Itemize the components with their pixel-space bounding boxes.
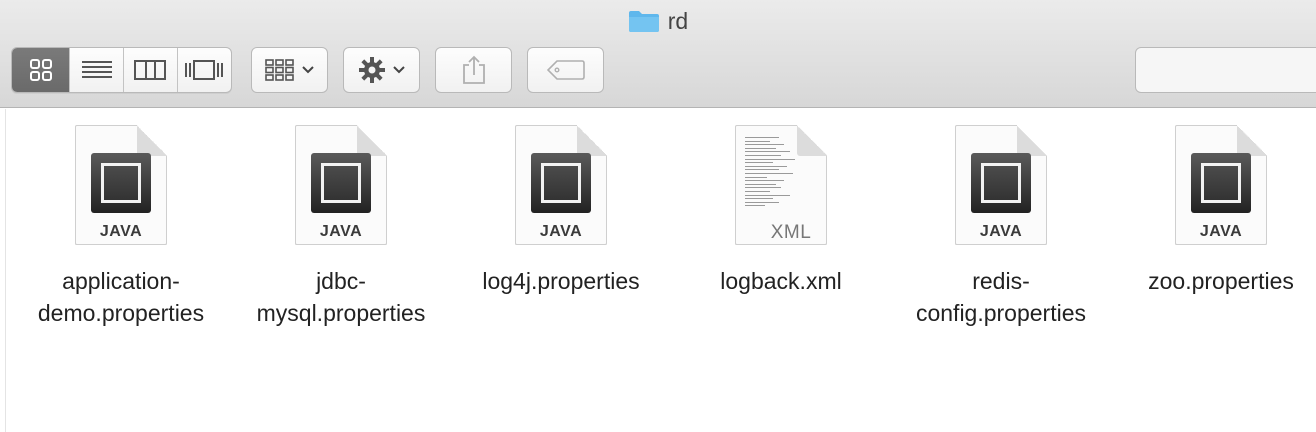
view-mode-control bbox=[11, 47, 232, 93]
java-file-icon: JAVA bbox=[955, 125, 1047, 245]
search-field[interactable] bbox=[1135, 47, 1316, 93]
arrange-grid-icon bbox=[264, 59, 294, 81]
icon-view-button[interactable] bbox=[12, 48, 71, 92]
column-view-button[interactable] bbox=[124, 48, 178, 92]
file-item[interactable]: JAVA redis-config.properties bbox=[901, 125, 1101, 329]
chevron-down-icon bbox=[301, 66, 314, 74]
list-view-button[interactable] bbox=[70, 48, 124, 92]
file-item[interactable]: JAVA jdbc-mysql.properties bbox=[241, 125, 441, 329]
java-file-icon: JAVA bbox=[75, 125, 167, 245]
file-item[interactable]: JAVA zoo.properties bbox=[1121, 125, 1316, 297]
file-name: jdbc-mysql.properties bbox=[256, 268, 426, 326]
java-file-icon: JAVA bbox=[295, 125, 387, 245]
file-name: zoo.properties bbox=[1148, 268, 1294, 294]
window-toolbar: rd bbox=[0, 0, 1316, 108]
file-name: log4j.properties bbox=[482, 268, 640, 294]
cover-flow-icon bbox=[185, 60, 224, 80]
java-file-icon: JAVA bbox=[1175, 125, 1267, 245]
window-title: rd bbox=[667, 7, 689, 34]
sidebar-divider bbox=[5, 109, 6, 432]
xml-text-lines bbox=[745, 137, 801, 209]
tag-button[interactable] bbox=[527, 47, 604, 93]
file-name: logback.xml bbox=[720, 268, 842, 294]
arrange-button[interactable] bbox=[251, 47, 328, 93]
file-item[interactable]: JAVA application-demo.properties bbox=[21, 125, 221, 329]
file-name: redis-config.properties bbox=[915, 268, 1087, 326]
tag-icon bbox=[546, 60, 585, 80]
file-item[interactable]: XML logback.xml bbox=[681, 125, 881, 297]
share-icon bbox=[462, 55, 485, 84]
java-file-icon: JAVA bbox=[515, 125, 607, 245]
gear-icon bbox=[358, 57, 385, 83]
xml-file-icon: XML bbox=[735, 125, 827, 245]
list-icon bbox=[81, 61, 112, 78]
file-item[interactable]: JAVA log4j.properties bbox=[461, 125, 661, 297]
file-name: application-demo.properties bbox=[37, 268, 205, 326]
chevron-down-icon bbox=[392, 66, 405, 74]
columns-icon bbox=[134, 60, 167, 80]
share-button[interactable] bbox=[435, 47, 512, 93]
icon-grid-icon bbox=[29, 59, 52, 81]
action-button[interactable] bbox=[343, 47, 420, 93]
folder-icon bbox=[628, 9, 660, 33]
cover-flow-button[interactable] bbox=[178, 48, 232, 92]
window-title-area: rd bbox=[0, 6, 1316, 36]
